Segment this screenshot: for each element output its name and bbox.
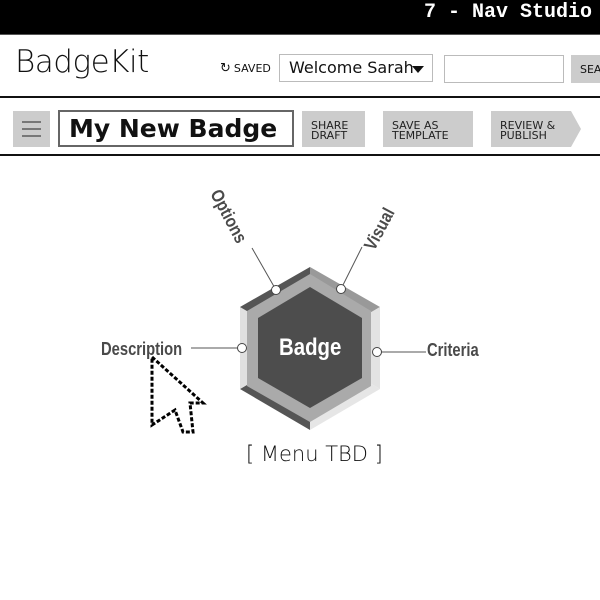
menu-tbd-caption: [ Menu TBD ] <box>246 442 383 466</box>
criteria-handle[interactable] <box>372 347 382 357</box>
description-handle[interactable] <box>237 343 247 353</box>
badge-center-label[interactable]: Badge <box>279 334 341 362</box>
options-handle[interactable] <box>271 285 281 295</box>
cursor-arrow-icon <box>150 353 207 434</box>
visual-handle[interactable] <box>336 284 346 294</box>
criteria-label[interactable]: Criteria <box>427 340 479 361</box>
description-label[interactable]: Description <box>101 339 182 360</box>
badge-hexagon-diagram <box>150 246 426 434</box>
